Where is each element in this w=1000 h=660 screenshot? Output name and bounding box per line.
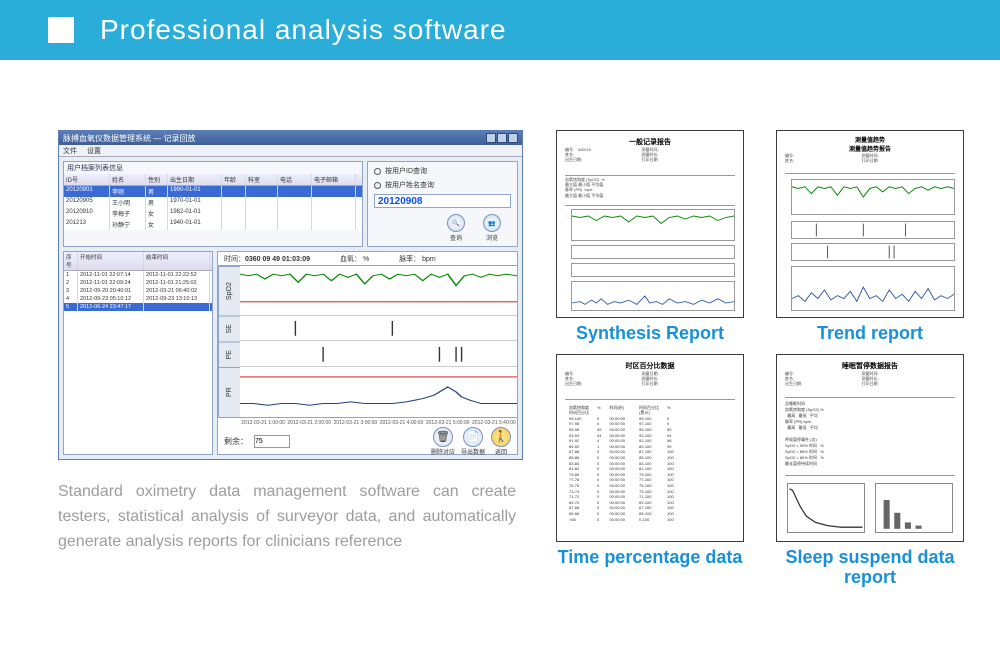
report-caption: Trend report	[817, 323, 923, 344]
list-item[interactable]: 12012-11-01 22:07:142012-11-01 22:22:52	[64, 271, 212, 279]
col-name: 姓名	[110, 174, 146, 185]
trash-icon: 🗑	[433, 427, 453, 447]
radio-icon	[374, 168, 381, 175]
query-panel: 按用户ID查询 按用户姓名查询 20120908 🔍查询 👥浏览	[367, 161, 518, 247]
browse-icon: 👥	[483, 214, 501, 232]
report-trend: 测量值趋势测量值趋势报告 编号:姓名:测量时间:打印日期: Trend repo…	[768, 130, 972, 344]
col-sex: 性别	[146, 174, 168, 185]
col-phone: 电话	[278, 174, 312, 185]
description-text: Standard oximetry data management softwa…	[58, 480, 528, 554]
mini-spo2	[571, 209, 735, 241]
table-row[interactable]: 20120905王小明男1970-01-01	[64, 197, 362, 208]
report-caption: Sleep suspend data report	[768, 547, 972, 588]
list-item[interactable]: 22012-11-01 22:09:242012-11-01 21:25:02	[64, 279, 212, 287]
browse-button[interactable]: 👥浏览	[483, 214, 501, 242]
col-id: ID号	[64, 174, 110, 185]
report-thumb: 一般记录报告 编号: 342015姓名:出生日期:测量时间:测量时长:打印日期:…	[556, 130, 744, 318]
lane-pr	[240, 367, 517, 417]
col-birth: 出生日期	[168, 174, 222, 185]
content: 脉搏血氧仪数据管理系统 — 记录回放 文件 设置 用户档案列表信息	[0, 60, 1000, 588]
return-button[interactable]: 🚶返回	[491, 427, 511, 456]
col-age: 年龄	[222, 174, 246, 185]
patient-table-header: ID号 姓名 性别 出生日期 年龄 科室 电话 电子邮箱	[64, 174, 362, 186]
remain-label: 剩余：	[224, 436, 248, 447]
sleep-graph-2	[875, 483, 953, 533]
lane-label-pe: PE	[218, 342, 240, 368]
lane-spo2	[240, 266, 517, 316]
left-column: 脉搏血氧仪数据管理系统 — 记录回放 文件 设置 用户档案列表信息	[58, 130, 528, 588]
app-title: 脉搏血氧仪数据管理系统 — 记录回放	[63, 133, 195, 144]
mini-se	[791, 221, 955, 239]
report-thumb: 测量值趋势测量值趋势报告 编号:姓名:测量时间:打印日期:	[776, 130, 964, 318]
lane-pe	[240, 342, 517, 368]
mini-spo2	[791, 179, 955, 215]
query-by-id[interactable]: 按用户ID查询	[374, 166, 511, 176]
col-email: 电子邮箱	[312, 174, 356, 185]
mini-pr	[791, 266, 955, 311]
app-menu: 文件 设置	[59, 145, 522, 157]
mini-pe	[791, 243, 955, 261]
report-synthesis: 一般记录报告 编号: 342015姓名:出生日期:测量时间:测量时长:打印日期:…	[548, 130, 752, 344]
chart-panel: 时间：0360 09 49 01:03:09 血氧： % 脉率： bpm SpO…	[217, 251, 518, 455]
table-row[interactable]: 201213孙静宁女1940-01-01	[64, 219, 362, 230]
mini-se	[571, 245, 735, 259]
right-column: 一般记录报告 编号: 342015姓名:出生日期:测量时间:测量时长:打印日期:…	[548, 130, 972, 588]
header-bar: Professional analysis software	[0, 0, 1000, 60]
window-controls	[486, 133, 518, 143]
lane-label-spo2: SpO2	[218, 266, 240, 316]
maximize-button[interactable]	[497, 133, 507, 143]
menu-settings[interactable]: 设置	[87, 146, 101, 156]
report-thumb: 睡眠暂停数据报告 编号:姓名:出生日期:测量时间:测量时长:打印日期: 总睡眠时…	[776, 354, 964, 542]
report-caption: Synthesis Report	[576, 323, 724, 344]
lane-se	[240, 316, 517, 342]
return-icon: 🚶	[491, 427, 511, 447]
mini-pr	[571, 281, 735, 311]
chart-time-value: 0360 09 49 01:03:09	[245, 256, 310, 263]
col-dept: 科室	[246, 174, 278, 185]
minimize-button[interactable]	[486, 133, 496, 143]
app-window: 脉搏血氧仪数据管理系统 — 记录回放 文件 设置 用户档案列表信息	[58, 130, 523, 460]
table-row[interactable]: 20120910李梅子女1982-01-01	[64, 208, 362, 219]
page-title: Professional analysis software	[100, 14, 507, 46]
records-panel: 序号 开始时间 结束时间 12012-11-01 22:07:142012-11…	[63, 251, 213, 455]
query-input[interactable]: 20120908	[374, 194, 511, 208]
report-thumb: 时区百分比数据 编号:姓名:出生日期:测量日期:测量时长:打印日期: 血氧饱和度…	[556, 354, 744, 542]
close-button[interactable]	[508, 133, 518, 143]
chart-area: SpO2 SE PE PR	[218, 266, 517, 418]
list-item[interactable]: 52012-06-24 23:47:17	[64, 303, 212, 311]
search-icon: 🔍	[447, 214, 465, 232]
lane-label-pr: PR	[218, 367, 240, 417]
report-caption: Time percentage data	[558, 547, 743, 568]
header-square-icon	[48, 17, 74, 43]
report-sleep: 睡眠暂停数据报告 编号:姓名:出生日期:测量时间:测量时长:打印日期: 总睡眠时…	[768, 354, 972, 588]
table-row[interactable]: 20120901李刚男1990-01-01	[64, 186, 362, 197]
patient-panel: 用户档案列表信息 ID号 姓名 性别 出生日期 年龄 科室 电话 电子邮箱	[63, 161, 363, 247]
lane-label-se: SE	[218, 316, 240, 342]
export-icon: 📄	[463, 427, 483, 447]
query-by-name[interactable]: 按用户姓名查询	[374, 180, 511, 190]
query-button[interactable]: 🔍查询	[447, 214, 465, 242]
patient-panel-title: 用户档案列表信息	[64, 162, 362, 174]
mini-pe	[571, 263, 735, 277]
remain-input[interactable]	[254, 435, 290, 448]
app-titlebar: 脉搏血氧仪数据管理系统 — 记录回放	[59, 131, 522, 145]
list-item[interactable]: 42012-09-23 05:10:122012-09-23 13:10:13	[64, 295, 212, 303]
menu-file[interactable]: 文件	[63, 146, 77, 156]
radio-icon	[374, 182, 381, 189]
export-button[interactable]: 📄导出数据	[461, 427, 485, 456]
delete-button[interactable]: 🗑删除对应	[431, 427, 455, 456]
report-timepct: 时区百分比数据 编号:姓名:出生日期:测量日期:测量时长:打印日期: 血氧饱和度…	[548, 354, 752, 588]
records-header: 序号 开始时间 结束时间	[64, 252, 212, 271]
sleep-graph-1	[787, 483, 865, 533]
list-item[interactable]: 32012-09-20 20:40:012012-03-21 06:40:02	[64, 287, 212, 295]
chart-footer: 剩余： 🗑删除对应 📄导出数据 🚶返回	[218, 428, 517, 454]
chart-header: 时间：0360 09 49 01:03:09 血氧： % 脉率： bpm	[218, 252, 517, 266]
